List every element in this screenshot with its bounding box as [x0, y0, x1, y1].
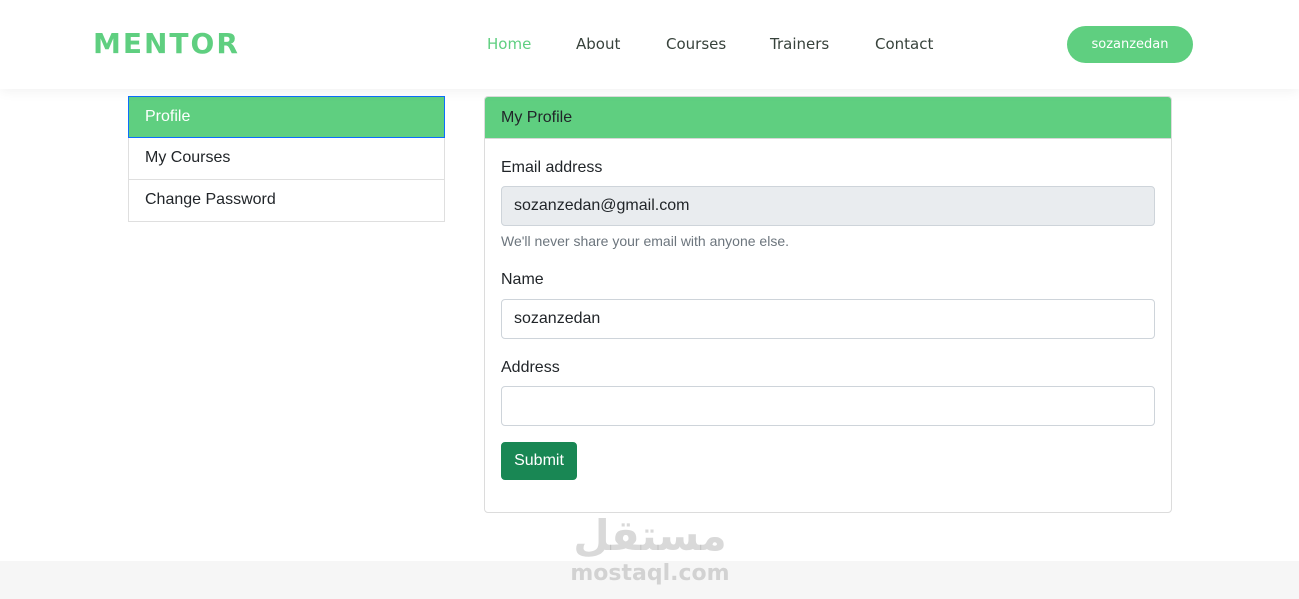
email-help-text: We'll never share your email with anyone… — [501, 233, 789, 249]
submit-button[interactable]: Submit — [501, 442, 577, 480]
profile-card: My Profile Email address We'll never sha… — [484, 96, 1172, 513]
sidebar-item-my-courses[interactable]: My Courses — [128, 138, 445, 180]
nav-home-link[interactable]: Home — [487, 34, 531, 54]
nav-contact-link[interactable]: Contact — [875, 34, 933, 54]
watermark-arabic: مستقل — [573, 511, 727, 560]
top-navbar: MENTOR Home About Courses Trainers Conta… — [0, 0, 1299, 89]
name-label: Name — [501, 271, 544, 288]
site-logo[interactable]: MENTOR — [93, 27, 240, 61]
name-field[interactable] — [501, 299, 1155, 339]
email-field[interactable] — [501, 186, 1155, 226]
user-account-button[interactable]: sozanzedan — [1067, 26, 1193, 63]
profile-sidebar: Profile My Courses Change Password — [128, 96, 445, 222]
nav-trainers-link[interactable]: Trainers — [770, 34, 829, 54]
nav-about-link[interactable]: About — [576, 34, 620, 54]
profile-card-title: My Profile — [485, 97, 1171, 139]
address-label: Address — [501, 359, 560, 376]
sidebar-item-profile[interactable]: Profile — [128, 96, 445, 138]
email-label: Email address — [501, 159, 603, 176]
sidebar-item-change-password[interactable]: Change Password — [128, 180, 445, 222]
address-field[interactable] — [501, 386, 1155, 426]
footer — [0, 561, 1299, 599]
nav-courses-link[interactable]: Courses — [666, 34, 726, 54]
